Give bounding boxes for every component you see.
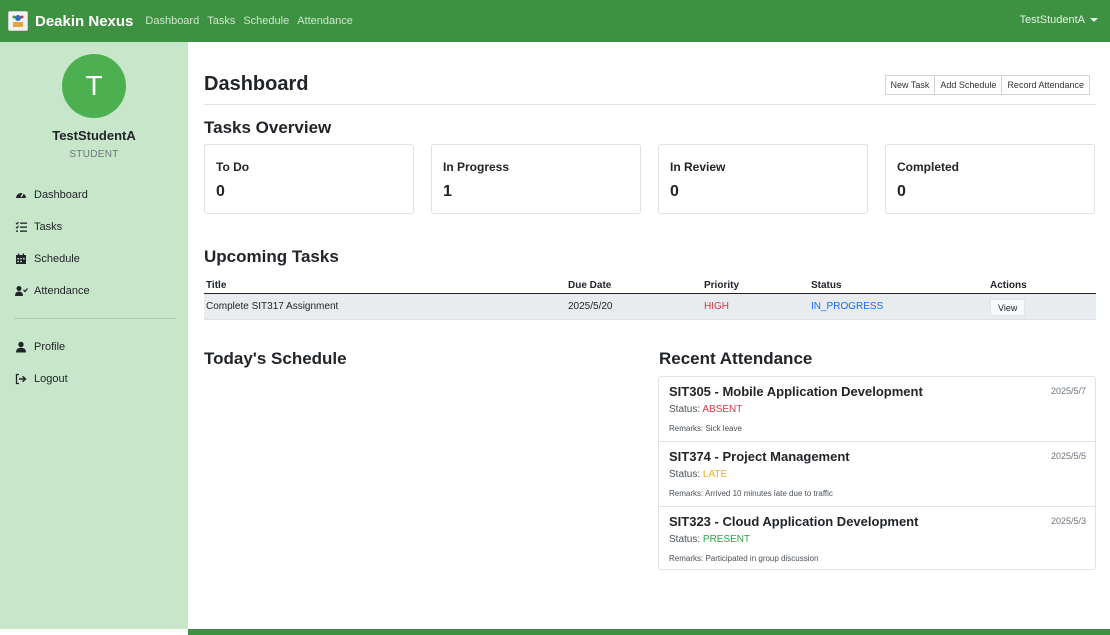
brand-name: Deakin Nexus xyxy=(35,12,134,30)
stat-card-label: In Review xyxy=(670,160,726,174)
attendance-date: 2025/5/7 xyxy=(1050,386,1086,396)
remarks-value: Arrived 10 minutes late due to traffic xyxy=(705,489,833,498)
sidebar-role: STUDENT xyxy=(69,149,119,160)
status-value: LATE xyxy=(702,469,728,480)
task-title: Complete SIT317 Assignment xyxy=(206,301,339,312)
list-item: SIT323 - Cloud Application Development 2… xyxy=(659,506,1095,571)
stat-card-completed: Completed 0 xyxy=(885,144,1095,214)
stat-card-todo: To Do 0 xyxy=(204,144,414,214)
tachometer-icon xyxy=(14,188,28,202)
attendance-date: 2025/5/5 xyxy=(1050,451,1086,461)
upcoming-tasks-heading: Upcoming Tasks xyxy=(204,247,339,266)
user-check-icon xyxy=(14,284,28,298)
stat-card-label: To Do xyxy=(216,160,250,174)
stat-card-in-progress: In Progress 1 xyxy=(431,144,641,214)
stat-card-label: Completed xyxy=(897,160,960,174)
attendance-remarks: Remarks: Sick leave xyxy=(669,424,742,433)
attendance-list: SIT305 - Mobile Application Development … xyxy=(658,376,1096,570)
remarks-prefix: Remarks: xyxy=(669,554,706,563)
list-item: SIT374 - Project Management 2025/5/5 Sta… xyxy=(659,441,1095,506)
sidebar-item-attendance[interactable]: Attendance xyxy=(14,284,90,298)
table-row: Complete SIT317 Assignment 2025/5/20 HIG… xyxy=(204,294,1096,320)
nav-link-attendance[interactable]: Attendance xyxy=(297,15,353,27)
attendance-remarks: Remarks: Arrived 10 minutes late due to … xyxy=(669,489,833,498)
stat-card-value: 1 xyxy=(443,183,452,200)
stat-card-in-review: In Review 0 xyxy=(658,144,868,214)
add-schedule-button[interactable]: Add Schedule xyxy=(935,75,1003,95)
tasks-icon xyxy=(14,220,28,234)
nav-link-dashboard[interactable]: Dashboard xyxy=(145,15,199,27)
stat-card-value: 0 xyxy=(216,183,225,200)
status-value: ABSENT xyxy=(702,404,743,415)
page-title: Dashboard xyxy=(204,73,309,95)
stat-card-label: In Progress xyxy=(443,160,510,174)
sidebar-item-label: Tasks xyxy=(34,221,63,233)
task-due-date: 2025/5/20 xyxy=(568,301,613,312)
attendance-status: Status: ABSENT xyxy=(669,404,742,415)
avatar: T xyxy=(62,54,126,118)
attendance-course: SIT374 - Project Management xyxy=(669,449,850,464)
recent-attendance-heading: Recent Attendance xyxy=(659,349,813,368)
sidebar-item-label: Dashboard xyxy=(34,189,88,201)
caret-down-icon xyxy=(1090,18,1098,22)
nav-link-tasks[interactable]: Tasks xyxy=(207,15,235,27)
column-header-actions: Actions xyxy=(990,280,1027,291)
status-prefix: Status: xyxy=(669,469,703,480)
sidebar-item-label: Attendance xyxy=(34,285,90,297)
nav-link-schedule[interactable]: Schedule xyxy=(243,15,289,27)
attendance-date: 2025/5/3 xyxy=(1050,516,1086,526)
attendance-status: Status: LATE xyxy=(669,469,727,480)
status-prefix: Status: xyxy=(669,534,703,545)
user-icon xyxy=(14,340,28,354)
attendance-status: Status: PRESENT xyxy=(669,534,750,545)
remarks-prefix: Remarks: xyxy=(669,424,706,433)
sidebar-item-label: Logout xyxy=(34,373,68,385)
sidebar: T TestStudentA STUDENT Dashboard Tasks S… xyxy=(0,42,188,629)
remarks-value: Sick leave xyxy=(705,424,742,433)
sidebar-item-dashboard[interactable]: Dashboard xyxy=(14,188,88,202)
list-item: SIT305 - Mobile Application Development … xyxy=(659,377,1095,442)
status-value: PRESENT xyxy=(702,534,751,545)
task-status-badge: IN_PROGRESS xyxy=(811,301,884,312)
remarks-value: Participated in group discussion xyxy=(705,554,819,563)
top-navbar: Deakin Nexus Dashboard Tasks Schedule At… xyxy=(0,0,1110,42)
column-header-title: Title xyxy=(206,280,227,291)
record-attendance-button[interactable]: Record Attendance xyxy=(1002,75,1090,95)
sidebar-item-profile[interactable]: Profile xyxy=(14,340,65,354)
sidebar-username: TestStudentA xyxy=(52,128,136,143)
attendance-course: SIT323 - Cloud Application Development xyxy=(669,514,919,529)
sidebar-item-tasks[interactable]: Tasks xyxy=(14,220,62,234)
footer-bar xyxy=(188,629,1110,635)
action-button-group: New Task Add Schedule Record Attendance xyxy=(884,75,1090,95)
user-menu-label: TestStudentA xyxy=(1019,14,1085,26)
column-header-due-date: Due Date xyxy=(568,280,612,291)
tasks-overview-heading: Tasks Overview xyxy=(204,118,332,137)
column-header-priority: Priority xyxy=(704,280,740,291)
brand[interactable]: Deakin Nexus xyxy=(8,11,145,31)
user-menu-dropdown[interactable]: TestStudentA xyxy=(1020,14,1098,26)
remarks-prefix: Remarks: xyxy=(669,489,706,498)
attendance-course: SIT305 - Mobile Application Development xyxy=(669,384,923,399)
column-header-status: Status xyxy=(811,280,842,291)
stat-card-value: 0 xyxy=(897,183,906,200)
sign-out-icon xyxy=(14,372,28,386)
sidebar-item-label: Profile xyxy=(34,341,66,353)
task-priority-badge: HIGH xyxy=(704,301,729,312)
sidebar-item-schedule[interactable]: Schedule xyxy=(14,252,80,266)
calendar-icon xyxy=(14,252,28,266)
table-header: Title Due Date Priority Status Actions xyxy=(204,276,1096,294)
status-prefix: Status: xyxy=(669,404,703,415)
new-task-button[interactable]: New Task xyxy=(884,75,936,95)
stat-card-value: 0 xyxy=(670,183,679,200)
sidebar-divider xyxy=(14,318,176,319)
sidebar-item-logout[interactable]: Logout xyxy=(14,372,68,386)
title-divider xyxy=(204,104,1096,105)
logo-icon xyxy=(8,11,28,31)
sidebar-item-label: Schedule xyxy=(34,253,80,265)
view-task-button[interactable]: View xyxy=(990,299,1026,316)
attendance-remarks: Remarks: Participated in group discussio… xyxy=(669,554,818,563)
todays-schedule-heading: Today's Schedule xyxy=(204,349,347,368)
